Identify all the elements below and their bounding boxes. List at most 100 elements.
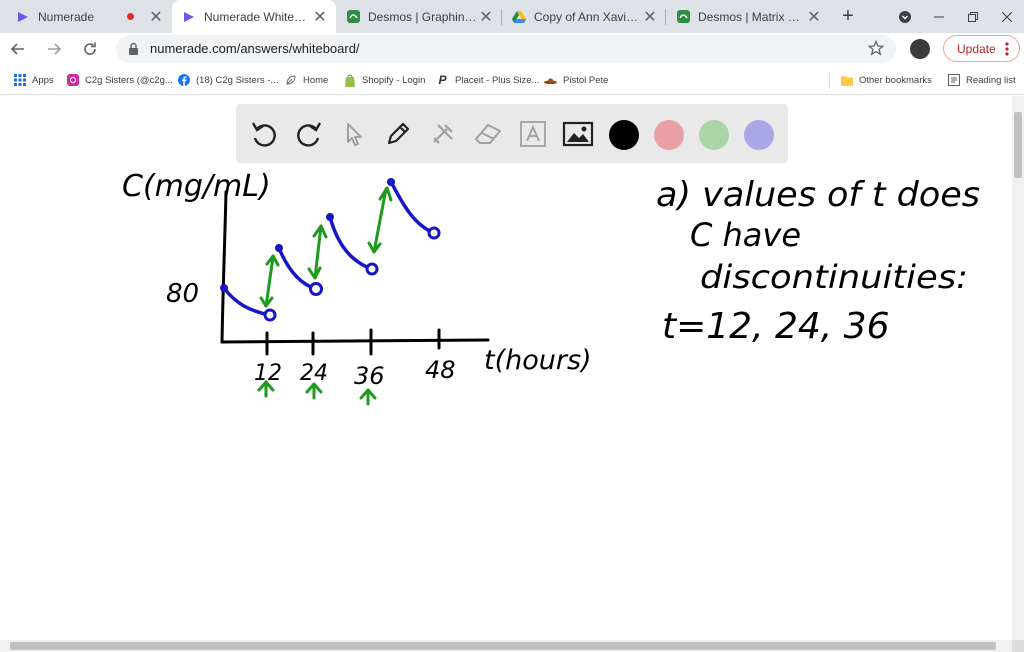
x-tick-36: 36 xyxy=(354,362,385,390)
horizontal-scrollbar[interactable] xyxy=(0,640,1012,652)
restore-icon[interactable] xyxy=(956,0,990,33)
tab-search-icon[interactable] xyxy=(888,0,922,33)
answer-line-2: C have xyxy=(690,216,801,254)
desmos-icon xyxy=(346,10,360,24)
tab-numerade-whiteboard[interactable]: Numerade Whiteboard ✕ xyxy=(172,0,336,33)
bookmark-label: (18) C2g Sisters -... xyxy=(196,74,279,86)
x-tick-12: 12 xyxy=(254,361,282,386)
other-bookmarks-label: Other bookmarks xyxy=(859,74,932,86)
reading-list[interactable]: Reading list xyxy=(947,72,1016,88)
bookmark-shopify[interactable]: Shopify - Login xyxy=(343,72,425,88)
scrollbar-corner xyxy=(1012,640,1024,652)
closed-point xyxy=(275,244,283,252)
instagram-icon xyxy=(66,74,79,87)
whiteboard-canvas[interactable]: C(mg/mL) 80 t(hours) 12 24 36 48 a) valu… xyxy=(0,96,1012,640)
placeit-icon: P xyxy=(438,73,447,87)
close-window-icon[interactable] xyxy=(990,0,1024,33)
bookmark-label: Pistol Pete xyxy=(563,74,609,86)
more-menu-icon[interactable] xyxy=(1005,41,1009,60)
curve-segment-4 xyxy=(389,180,436,235)
tab-title: Numerade xyxy=(38,9,95,24)
open-point xyxy=(263,308,277,322)
redo-icon[interactable] xyxy=(293,118,325,150)
jump-arrow-12 xyxy=(259,254,280,308)
horizontal-scroll-thumb[interactable] xyxy=(10,642,996,650)
reload-icon[interactable] xyxy=(78,37,102,61)
tab-title: Desmos | Graphing Calcula xyxy=(368,9,478,24)
eraser-icon[interactable] xyxy=(472,118,504,150)
lock-icon[interactable] xyxy=(128,42,139,61)
text-icon[interactable] xyxy=(517,118,549,150)
facebook-icon xyxy=(177,74,190,87)
image-icon[interactable] xyxy=(562,118,594,150)
close-tab-icon[interactable]: ✕ xyxy=(642,7,658,27)
vertical-scroll-thumb[interactable] xyxy=(1014,112,1022,178)
shopify-icon xyxy=(343,74,356,87)
bookmark-facebook[interactable]: (18) C2g Sisters -... xyxy=(177,72,278,88)
bookmark-apps[interactable]: Apps xyxy=(13,72,54,88)
bookmark-label: Home xyxy=(303,74,329,86)
numerade-icon xyxy=(16,10,30,24)
bookmark-star-icon[interactable] xyxy=(867,39,885,61)
folder-icon xyxy=(840,74,853,87)
tab-google-doc[interactable]: Copy of Ann Xavier Ganter ✕ xyxy=(502,0,666,33)
tools-icon[interactable] xyxy=(427,118,459,150)
bookmarks-bar: Apps C2g Sisters (@c2g... (18) C2g Siste… xyxy=(0,65,1024,95)
color-green-swatch[interactable] xyxy=(699,120,729,150)
close-tab-icon[interactable]: ✕ xyxy=(312,7,328,27)
close-tab-icon[interactable]: ✕ xyxy=(148,7,164,27)
jump-arrow-36 xyxy=(367,186,393,254)
close-tab-icon[interactable]: ✕ xyxy=(478,7,494,27)
y-axis xyxy=(220,190,228,344)
bookmark-home[interactable]: Home xyxy=(284,72,328,88)
tab-desmos-graphing[interactable]: Desmos | Graphing Calcula ✕ xyxy=(336,0,502,33)
color-pink-swatch[interactable] xyxy=(654,120,684,150)
pointer-icon[interactable] xyxy=(338,118,370,150)
x-axis xyxy=(220,338,490,344)
browser-toolbar: numerade.com/answers/whiteboard/ Update xyxy=(0,33,1024,65)
minimize-icon[interactable] xyxy=(922,0,956,33)
tab-numerade[interactable]: Numerade ✕ xyxy=(6,0,172,33)
forward-icon[interactable] xyxy=(42,37,66,61)
curve-segment-3 xyxy=(328,215,374,271)
tab-desmos-matrix[interactable]: Desmos | Matrix Calculator ✕ xyxy=(666,0,830,33)
bookmark-label: C2g Sisters (@c2g... xyxy=(85,74,173,86)
color-purple-swatch[interactable] xyxy=(744,120,774,150)
update-label: Update xyxy=(957,41,996,56)
undo-icon[interactable] xyxy=(248,118,280,150)
tab-title: Copy of Ann Xavier Ganter xyxy=(534,9,642,24)
graph-axes xyxy=(220,190,490,356)
bookmark-label: Placeit - Plus Size... xyxy=(455,74,540,86)
open-point xyxy=(427,226,441,240)
up-arrow-36 xyxy=(359,388,377,406)
drawing-layer[interactable]: C(mg/mL) 80 t(hours) 12 24 36 48 a) valu… xyxy=(0,96,1012,640)
new-tab-button[interactable]: + xyxy=(836,4,860,28)
url-text[interactable]: numerade.com/answers/whiteboard/ xyxy=(150,41,360,56)
color-black-swatch[interactable] xyxy=(609,120,639,150)
close-tab-icon[interactable]: ✕ xyxy=(806,7,822,27)
recording-dot-icon xyxy=(127,13,134,20)
profile-avatar[interactable] xyxy=(910,39,930,59)
bookmark-label: Shopify - Login xyxy=(362,74,426,86)
bookmark-instagram[interactable]: C2g Sisters (@c2g... xyxy=(66,72,173,88)
desmos-icon xyxy=(676,10,690,24)
update-button[interactable]: Update xyxy=(943,35,1020,62)
whiteboard-toolbar xyxy=(236,104,788,163)
back-icon[interactable] xyxy=(6,37,30,61)
vertical-scrollbar[interactable] xyxy=(1012,96,1024,640)
answer-line-1: a) values of t does xyxy=(656,175,980,215)
other-bookmarks[interactable]: Other bookmarks xyxy=(840,72,932,88)
open-point xyxy=(365,262,379,276)
bookmarks-divider xyxy=(829,73,830,89)
bookmark-placeit[interactable]: P Placeit - Plus Size... xyxy=(436,72,539,88)
reading-list-label: Reading list xyxy=(966,74,1016,86)
answer-line-4: t=12, 24, 36 xyxy=(662,306,889,347)
y-axis-label: C(mg/mL) xyxy=(122,169,271,204)
y-tick-80: 80 xyxy=(166,279,199,309)
pen-icon[interactable] xyxy=(382,118,414,150)
address-bar[interactable]: numerade.com/answers/whiteboard/ xyxy=(116,35,896,63)
open-points xyxy=(263,226,441,322)
x-tick-24: 24 xyxy=(300,361,328,386)
bookmark-pistol-pete[interactable]: Pistol Pete xyxy=(544,72,608,88)
x-tick-48: 48 xyxy=(425,356,456,384)
